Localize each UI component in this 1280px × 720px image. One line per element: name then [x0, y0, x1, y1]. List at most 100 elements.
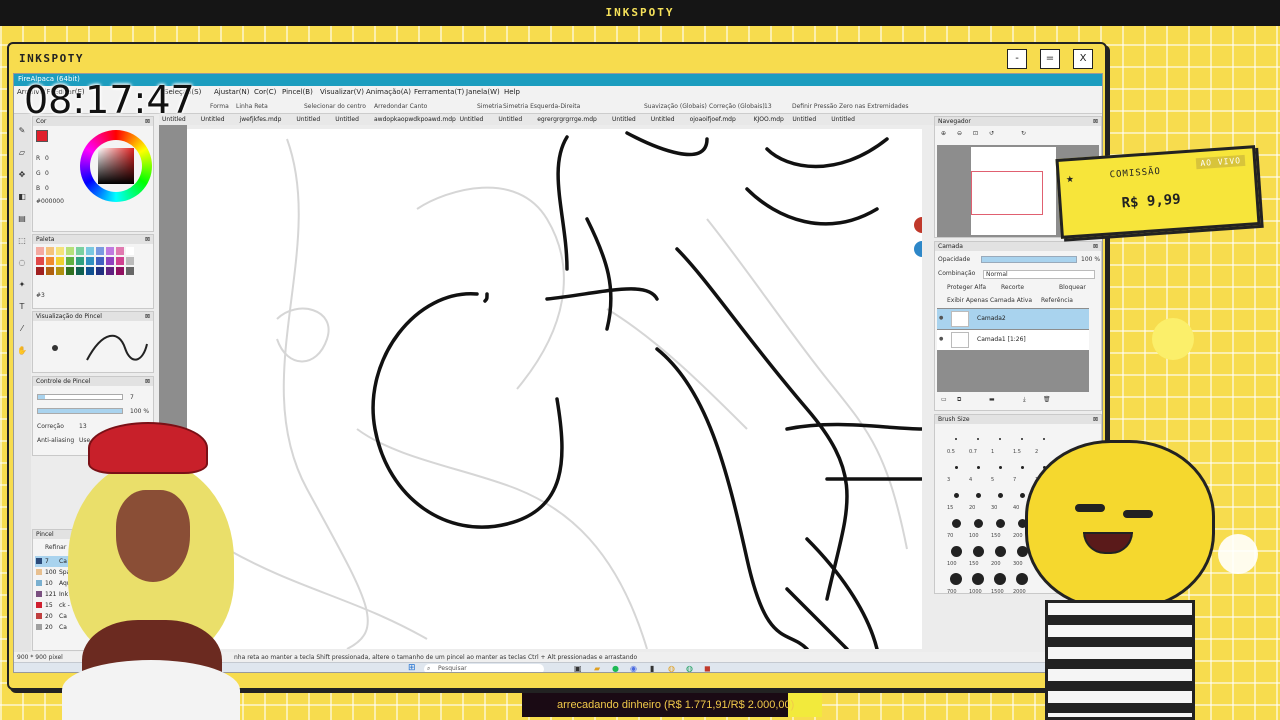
- app-icon[interactable]: ▮: [650, 664, 654, 672]
- palette-counter[interactable]: #3: [36, 292, 45, 299]
- delete-layer-icon[interactable]: 🗑: [1043, 396, 1051, 403]
- brush-size-preset[interactable]: [995, 518, 1005, 528]
- palette-swatch[interactable]: [116, 247, 124, 255]
- menu-color[interactable]: Cor(C): [254, 88, 276, 96]
- text-tool-icon[interactable]: T: [17, 302, 27, 312]
- round-corner-option[interactable]: Arredondar Canto: [374, 103, 427, 110]
- brush-size-preset[interactable]: [954, 465, 958, 469]
- symmetry-option[interactable]: Simetria: [477, 103, 502, 110]
- layer-opacity-value[interactable]: 100 %: [1081, 256, 1100, 263]
- document-tab[interactable]: Untitled: [651, 116, 675, 123]
- palette-swatch[interactable]: [96, 257, 104, 265]
- gradient-tool-icon[interactable]: ▤: [17, 214, 27, 224]
- brush-opacity-slider[interactable]: [37, 408, 123, 414]
- rotate-right-icon[interactable]: ↻: [1021, 130, 1026, 137]
- palette-swatch[interactable]: [86, 257, 94, 265]
- menu-window[interactable]: Janela(W): [466, 88, 500, 96]
- brush-size-preset[interactable]: [950, 573, 962, 585]
- minimize-button[interactable]: -: [1007, 49, 1027, 69]
- palette-swatch[interactable]: [46, 247, 54, 255]
- brush-size-preset[interactable]: [999, 438, 1001, 440]
- discord-icon[interactable]: ◉: [630, 664, 637, 672]
- visibility-icon[interactable]: ●: [939, 336, 943, 342]
- drawing-canvas[interactable]: [187, 129, 922, 649]
- layer-item[interactable]: ● Camada1 [1:26]: [937, 330, 1089, 350]
- brush-size-preset[interactable]: [977, 438, 979, 440]
- menu-tool[interactable]: Ferramenta(T): [414, 88, 464, 96]
- palette-swatch[interactable]: [106, 257, 114, 265]
- blend-select[interactable]: Normal: [983, 270, 1095, 279]
- brush-size-preset[interactable]: [994, 545, 1006, 557]
- windows-start-icon[interactable]: ⊞: [408, 663, 416, 672]
- duplicate-layer-icon[interactable]: ⧉: [957, 396, 961, 404]
- folder-icon[interactable]: ▬: [989, 396, 995, 403]
- document-tab[interactable]: Untitled: [201, 116, 225, 123]
- brush-size-preset[interactable]: [951, 518, 961, 528]
- palette-swatch[interactable]: [126, 247, 134, 255]
- document-tab[interactable]: KJOO.mdp: [754, 116, 784, 123]
- brush-size-preset[interactable]: [953, 492, 959, 498]
- palette-swatch[interactable]: [116, 257, 124, 265]
- app-icon[interactable]: ◍: [686, 664, 693, 672]
- show-active-layer-option[interactable]: Exibir Apenas Camada Ativa: [947, 297, 1032, 304]
- move-tool-icon[interactable]: ✥: [17, 170, 27, 180]
- palette-swatch[interactable]: [66, 257, 74, 265]
- brush-size-preset[interactable]: [976, 465, 980, 469]
- document-tab[interactable]: Untitled: [296, 116, 320, 123]
- palette-swatch[interactable]: [56, 257, 64, 265]
- g-value[interactable]: 0: [45, 170, 49, 177]
- lasso-tool-icon[interactable]: ◌: [17, 258, 27, 268]
- reference-option[interactable]: Referência: [1041, 297, 1073, 304]
- symmetry-select[interactable]: Simetria Esquerda-Direita: [503, 103, 580, 110]
- palette-swatch[interactable]: [36, 247, 44, 255]
- palette-swatch[interactable]: [86, 267, 94, 275]
- brush-opacity-value[interactable]: 100 %: [130, 408, 149, 415]
- palette-swatch[interactable]: [66, 247, 74, 255]
- pen-tool-icon[interactable]: ✎: [17, 126, 27, 136]
- document-tab[interactable]: egrergrgrgrrge.mdp: [537, 116, 597, 123]
- brush-size-preset[interactable]: [972, 545, 984, 557]
- layer-item[interactable]: ● Camada2: [937, 309, 1089, 329]
- spotify-icon[interactable]: ●: [612, 664, 619, 672]
- brush-size-preset[interactable]: [950, 545, 962, 557]
- palette-swatch[interactable]: [36, 267, 44, 275]
- smoothing-option[interactable]: Suavização (Globais): [644, 103, 707, 110]
- palette-swatch[interactable]: [36, 257, 44, 265]
- taskview-icon[interactable]: ▣: [574, 664, 582, 672]
- wand-tool-icon[interactable]: ✦: [17, 280, 27, 290]
- file-explorer-icon[interactable]: ▰: [594, 664, 600, 672]
- maximize-button[interactable]: =: [1040, 49, 1060, 69]
- palette-swatch[interactable]: [56, 267, 64, 275]
- menu-help[interactable]: Help: [504, 88, 520, 96]
- brush-size-value[interactable]: 7: [130, 394, 134, 401]
- brush-size-preset[interactable]: [972, 573, 984, 585]
- visibility-icon[interactable]: ●: [939, 315, 943, 321]
- palette-swatch[interactable]: [46, 267, 54, 275]
- palette-swatch[interactable]: [66, 267, 74, 275]
- lock-option[interactable]: Bloquear: [1059, 284, 1086, 291]
- palette-swatch[interactable]: [106, 247, 114, 255]
- hex-value[interactable]: #000000: [36, 198, 64, 205]
- palette-swatch[interactable]: [106, 267, 114, 275]
- shape-select[interactable]: Linha Reta: [236, 103, 268, 110]
- menu-brush[interactable]: Pincel(B): [282, 88, 313, 96]
- brush-size-preset[interactable]: [997, 492, 1003, 498]
- eyedropper-tool-icon[interactable]: ⁄: [17, 324, 27, 334]
- menu-view[interactable]: Visualizar(V): [320, 88, 364, 96]
- palette-swatch[interactable]: [96, 267, 104, 275]
- new-layer-icon[interactable]: ▭: [941, 396, 947, 403]
- correction-value[interactable]: 13: [764, 103, 772, 110]
- zero-pressure-option[interactable]: Definir Pressão Zero nas Extremidades: [792, 103, 909, 110]
- fill-tool-icon[interactable]: ◧: [17, 192, 27, 202]
- palette-swatch[interactable]: [76, 247, 84, 255]
- zoom-in-icon[interactable]: ⊕: [941, 130, 946, 137]
- document-tab[interactable]: Untitled: [335, 116, 359, 123]
- document-tab[interactable]: ojoaoifjoef.mdp: [690, 116, 736, 123]
- brush-size-preset[interactable]: [975, 492, 981, 498]
- document-tab[interactable]: Untitled: [831, 116, 855, 123]
- r-value[interactable]: 0: [45, 155, 49, 162]
- taskbar-search[interactable]: ⌕ Pesquisar: [424, 664, 544, 672]
- palette-swatch[interactable]: [126, 267, 134, 275]
- brush-size-preset[interactable]: [955, 438, 957, 440]
- select-tool-icon[interactable]: ⬚: [17, 236, 27, 246]
